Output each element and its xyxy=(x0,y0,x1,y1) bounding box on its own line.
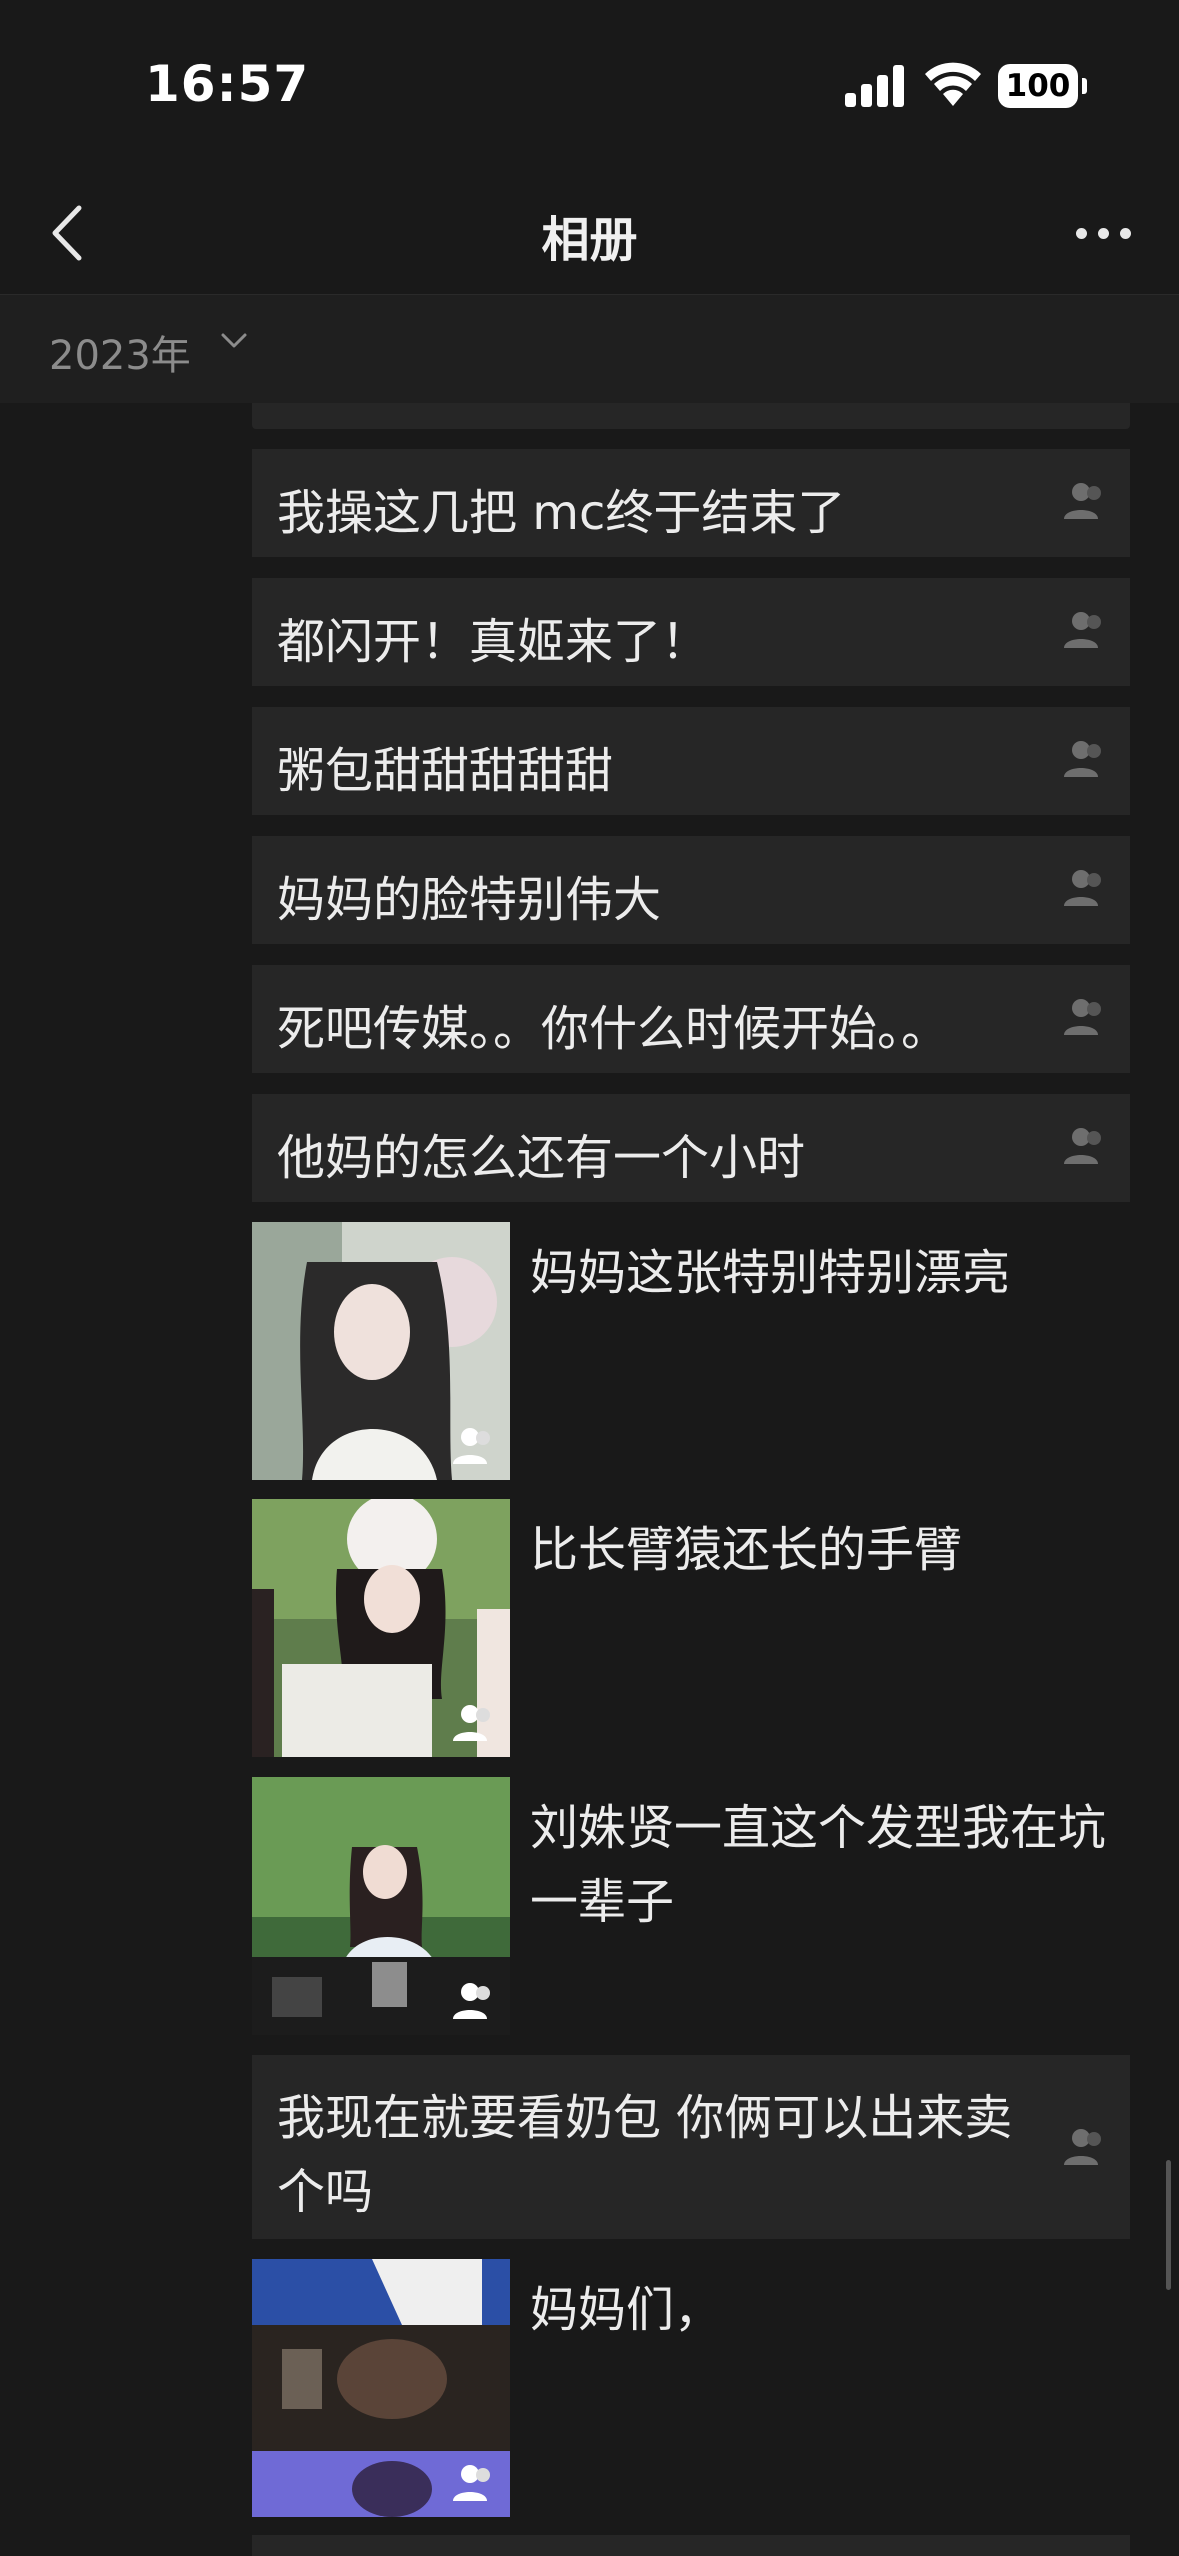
previous-post-edge xyxy=(252,403,1130,429)
post-thumbnail[interactable] xyxy=(252,1777,510,2035)
post-text: 刘姝贤一直这个发型我在坑一辈子 xyxy=(530,1800,1107,1930)
friends-only-person-icon xyxy=(453,1705,490,1741)
post-text: 我现在就要看奶包 你俩可以出来卖个吗 xyxy=(277,2090,1013,2220)
post-item[interactable]: 比长臂猿还长的手臂 xyxy=(252,1499,1130,1757)
post-text: 都闪开！真姬来了！ xyxy=(277,614,710,670)
friends-only-person-icon xyxy=(1064,612,1101,648)
post-item[interactable]: 死吧传媒。。你什么时候开始。。 xyxy=(252,965,1130,1073)
friends-only-person-icon xyxy=(1064,483,1101,519)
post-text: 粥包甜甜甜甜甜 xyxy=(277,743,614,799)
post-thumbnail[interactable] xyxy=(252,2259,510,2517)
year-filter-bar[interactable]: 2023年 xyxy=(0,295,1179,403)
post-text: 我操这几把 mc终于结束了 xyxy=(277,485,846,541)
status-time: 16:57 xyxy=(145,55,310,113)
nav-bar: 相册 xyxy=(0,170,1179,295)
post-item[interactable]: 他妈的怎么还有一个小时 xyxy=(252,1094,1130,1202)
battery-level: 100 xyxy=(1005,68,1071,104)
wifi-icon xyxy=(925,62,981,106)
post-item[interactable]: 妈妈的脸特别伟大 xyxy=(252,836,1130,944)
post-text: 妈妈的脸特别伟大 xyxy=(277,872,662,928)
friends-only-person-icon xyxy=(453,1428,490,1464)
post-item[interactable]: 我操这几把 mc终于结束了 xyxy=(252,449,1130,557)
post-text: 他妈的怎么还有一个小时 xyxy=(277,1130,806,1186)
friends-only-person-icon xyxy=(1064,1128,1101,1164)
friends-only-person-icon xyxy=(453,1983,490,2019)
post-text: 妈妈们， xyxy=(530,2282,723,2338)
post-text: 比长臂猿还长的手臂 xyxy=(530,1522,963,1578)
chevron-down-icon[interactable] xyxy=(220,331,248,351)
post-item[interactable]: 妈妈们， xyxy=(252,2259,1130,2517)
post-text: 妈妈这张特别特别漂亮 xyxy=(530,1245,1011,1301)
more-dots-icon[interactable] xyxy=(1074,220,1134,246)
friends-only-person-icon xyxy=(453,2465,490,2501)
post-item[interactable]: 我现在就要看奶包 你俩可以出来卖个吗 xyxy=(252,2055,1130,2239)
post-text: 死吧传媒。。你什么时候开始。。 xyxy=(277,1001,950,1057)
next-post-edge xyxy=(252,2535,1130,2556)
battery-indicator: 100 xyxy=(998,64,1087,108)
status-bar: 16:57 100 xyxy=(0,0,1179,170)
scroll-indicator[interactable] xyxy=(1166,2160,1171,2290)
friends-only-person-icon xyxy=(1064,741,1101,777)
friends-only-person-icon xyxy=(1064,870,1101,906)
friends-only-person-icon xyxy=(1064,2129,1101,2165)
post-item[interactable]: 刘姝贤一直这个发型我在坑一辈子 xyxy=(252,1777,1130,2035)
post-item[interactable]: 都闪开！真姬来了！ xyxy=(252,578,1130,686)
page-title: 相册 xyxy=(541,212,638,268)
cellular-signal-icon xyxy=(845,65,904,107)
year-label[interactable]: 2023年 xyxy=(49,323,191,381)
post-thumbnail[interactable] xyxy=(252,1222,510,1480)
post-item[interactable]: 妈妈这张特别特别漂亮 xyxy=(252,1222,1130,1480)
friends-only-person-icon xyxy=(1064,999,1101,1035)
post-thumbnail[interactable] xyxy=(252,1499,510,1757)
post-item[interactable]: 粥包甜甜甜甜甜 xyxy=(252,707,1130,815)
